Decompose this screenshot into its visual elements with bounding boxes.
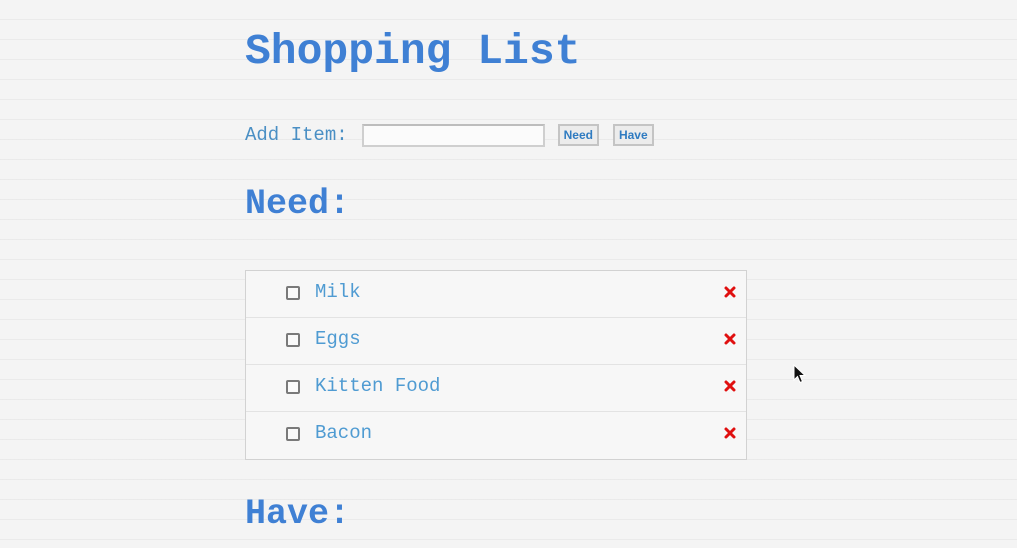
have-section-title: Have:	[245, 494, 351, 534]
need-button[interactable]: Need	[557, 124, 599, 146]
need-section-title: Need:	[245, 184, 351, 224]
close-icon[interactable]	[723, 426, 737, 440]
item-label: Kitten Food	[315, 375, 441, 397]
checkbox-icon[interactable]	[286, 286, 300, 300]
checkbox-icon[interactable]	[286, 380, 300, 394]
item-label: Bacon	[315, 422, 373, 444]
checkbox-icon[interactable]	[286, 333, 300, 347]
close-icon[interactable]	[723, 379, 737, 393]
item-label: Eggs	[315, 328, 361, 350]
add-item-input[interactable]	[361, 123, 545, 147]
add-item-form: Add Item: Need Have	[245, 122, 668, 148]
list-item: Milk	[246, 271, 746, 318]
item-label: Milk	[315, 281, 361, 303]
mouse-cursor-icon	[793, 364, 807, 384]
checkbox-icon[interactable]	[286, 427, 300, 441]
list-item: Eggs	[246, 318, 746, 365]
list-item: Bacon	[246, 412, 746, 458]
close-icon[interactable]	[723, 332, 737, 346]
have-button[interactable]: Have	[612, 124, 654, 146]
page-title: Shopping List	[245, 27, 581, 76]
add-item-label: Add Item:	[245, 124, 348, 146]
close-icon[interactable]	[723, 285, 737, 299]
need-list: Milk Eggs Kitten Food Bacon	[245, 270, 747, 460]
list-item: Kitten Food	[246, 365, 746, 412]
